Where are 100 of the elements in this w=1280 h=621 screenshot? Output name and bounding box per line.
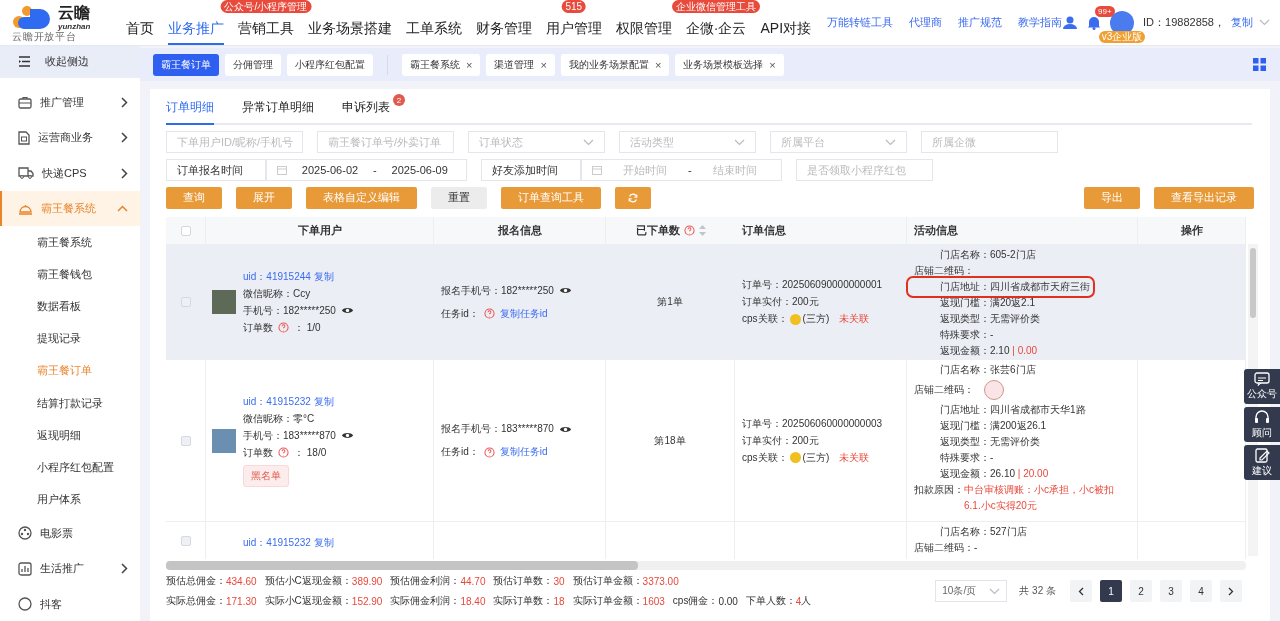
people-icon[interactable]	[1062, 15, 1079, 30]
sidebar-subitem[interactable]: 用户体系	[0, 483, 140, 516]
page-button[interactable]: 3	[1160, 580, 1182, 602]
nav-tab[interactable]: 业务场景搭建	[307, 14, 392, 45]
float-button[interactable]: 公众号	[1244, 369, 1280, 404]
select-field[interactable]: 订单报名时间	[166, 159, 266, 181]
nav-tab[interactable]: 营销工具	[237, 14, 294, 45]
uid-copy-link[interactable]: uid：41915232 复制	[243, 536, 334, 550]
page-tab-label[interactable]: 我的业务场景配置	[568, 57, 649, 72]
copy-task-id-link[interactable]: 复制任务id	[499, 306, 548, 321]
eye-icon[interactable]	[558, 286, 572, 295]
reset-button[interactable]: 重置	[431, 187, 487, 209]
header-link[interactable]: 教学指南	[1018, 15, 1063, 30]
grid-icon[interactable]	[1253, 58, 1266, 71]
page-tab[interactable]: 分佣管理	[225, 53, 281, 76]
date-range-field[interactable]: 2025-06-02 - 2025-06-09	[266, 159, 467, 181]
page-tab[interactable]: 业务场景模板选择 ×	[675, 53, 784, 76]
copy-task-id-link[interactable]: 复制任务id	[499, 445, 548, 459]
sidebar-subitem[interactable]: 霸王餐系统	[0, 226, 140, 259]
refresh-button[interactable]	[615, 187, 651, 209]
previous-page-button[interactable]	[1070, 580, 1092, 602]
header-link[interactable]: 代理商	[909, 15, 943, 30]
close-icon[interactable]: ×	[466, 58, 473, 71]
task-id-label: 任务id：	[441, 445, 479, 459]
nickname-text: 微信昵称：零°C	[243, 411, 316, 426]
eye-icon[interactable]	[558, 424, 572, 434]
sidebar-subitem[interactable]: 小程序红包配置	[0, 451, 140, 484]
sidebar-item[interactable]: 快递CPS	[0, 155, 140, 191]
select-field[interactable]: 好友添加时间	[481, 159, 581, 181]
page-button[interactable]: 1	[1100, 580, 1122, 602]
qr-code-thumbnail[interactable]	[984, 380, 1004, 400]
uid-copy-link[interactable]: uid：41915232 复制	[243, 394, 354, 409]
nav-badge: 企业微信管理工具	[672, 0, 761, 13]
bell-icon[interactable]	[1087, 15, 1102, 30]
row-checkbox[interactable]	[180, 297, 191, 307]
uid-copy-link[interactable]: uid：41915244 复制	[243, 269, 354, 284]
summary-label: 预估小C返现金额：	[264, 574, 352, 588]
summary-value: 4	[795, 595, 802, 607]
nav-tab[interactable]: 财务管理	[475, 14, 532, 45]
collapse-sidebar-button[interactable]: 收起侧边	[0, 46, 140, 78]
film-reel-icon	[18, 526, 32, 541]
sort-icon[interactable]	[698, 225, 706, 236]
task-id-label: 任务id：	[441, 306, 479, 321]
blacklist-tag: 黑名单	[243, 464, 289, 487]
sidebar-subitem[interactable]: 霸王餐钱包	[0, 258, 140, 291]
sidebar-item[interactable]: 运营商业务	[0, 119, 140, 156]
row-checkbox[interactable]	[180, 536, 191, 546]
nav-tab[interactable]: 首页	[125, 14, 154, 45]
summary-label: 预估订单数：	[493, 574, 554, 588]
next-page-button[interactable]	[1220, 580, 1242, 602]
column-header: 操作	[1180, 223, 1203, 238]
page-button[interactable]: 2	[1130, 580, 1152, 602]
total-count-text: 共 32 条	[1019, 584, 1056, 598]
content-tab[interactable]: 订单明细	[166, 91, 214, 125]
copy-link[interactable]: 复制	[1231, 15, 1253, 30]
page-tab[interactable]: 我的业务场景配置 ×	[560, 53, 670, 76]
row-checkbox[interactable]	[180, 435, 191, 446]
nav-tab[interactable]: API对接	[760, 14, 812, 45]
sidebar-item[interactable]: 推广管理	[0, 84, 140, 120]
header-link[interactable]: 万能转链工具	[827, 15, 894, 30]
float-button[interactable]: 顾问	[1244, 407, 1280, 442]
page-tab[interactable]: 霸王餐系统 ×	[402, 53, 481, 76]
sidebar-item[interactable]: 抖客	[0, 586, 140, 621]
summary-value: 18	[553, 595, 565, 607]
select-all-checkbox[interactable]	[180, 225, 191, 236]
nav-tab[interactable]: 业务推广	[167, 14, 224, 45]
sidebar-item[interactable]: 生活推广	[0, 551, 140, 587]
nav-tab[interactable]: 用户管理	[545, 14, 602, 45]
date-range-field[interactable]: 开始时间 - 结束时间	[581, 159, 782, 181]
float-button[interactable]: 建议	[1244, 445, 1280, 480]
sidebar-subitem[interactable]: 提现记录	[0, 322, 140, 355]
page-tab[interactable]: 霸王餐订单	[153, 53, 219, 76]
nav-tab[interactable]: 企微·企云	[685, 14, 747, 45]
sidebar-subitem[interactable]: 数据看板	[0, 290, 140, 323]
page-tab-label[interactable]: 渠道管理	[494, 57, 535, 72]
summary-value: 3373.00	[642, 575, 679, 587]
page-tab-label[interactable]: 业务场景模板选择	[683, 57, 764, 72]
eye-icon[interactable]	[340, 306, 354, 315]
page-button[interactable]: 4	[1190, 580, 1212, 602]
sidebar-item[interactable]: 电影票	[0, 515, 140, 552]
content-tab[interactable]: 异常订单明细	[242, 91, 314, 125]
summary-value: 0.00	[718, 595, 738, 607]
nav-tab[interactable]: 权限管理	[615, 14, 672, 45]
sidebar-subitem[interactable]: 返现明细	[0, 419, 140, 452]
close-icon[interactable]: ×	[769, 58, 776, 71]
eye-icon[interactable]	[340, 431, 354, 440]
page-tab[interactable]: 小程序红包配置	[287, 53, 373, 76]
chevron-right-icon	[121, 563, 128, 575]
page-tab[interactable]: 渠道管理 ×	[486, 53, 555, 76]
header-link[interactable]: 推广规范	[958, 15, 1003, 30]
field-label: 门店地址：	[939, 403, 990, 417]
horizontal-scrollbar[interactable]	[166, 561, 1246, 570]
page-size-select[interactable]: 10条/页	[935, 580, 1008, 602]
close-icon[interactable]: ×	[654, 58, 662, 71]
field-label: 门店名称：	[939, 525, 990, 539]
phone-text: 手机号：183*****870	[243, 428, 336, 443]
page-tab-label[interactable]: 霸王餐系统	[410, 57, 460, 72]
close-icon[interactable]: ×	[540, 58, 547, 71]
nav-tab[interactable]: 工单系统	[405, 14, 462, 45]
sidebar-subitem[interactable]: 结算打款记录	[0, 387, 140, 420]
